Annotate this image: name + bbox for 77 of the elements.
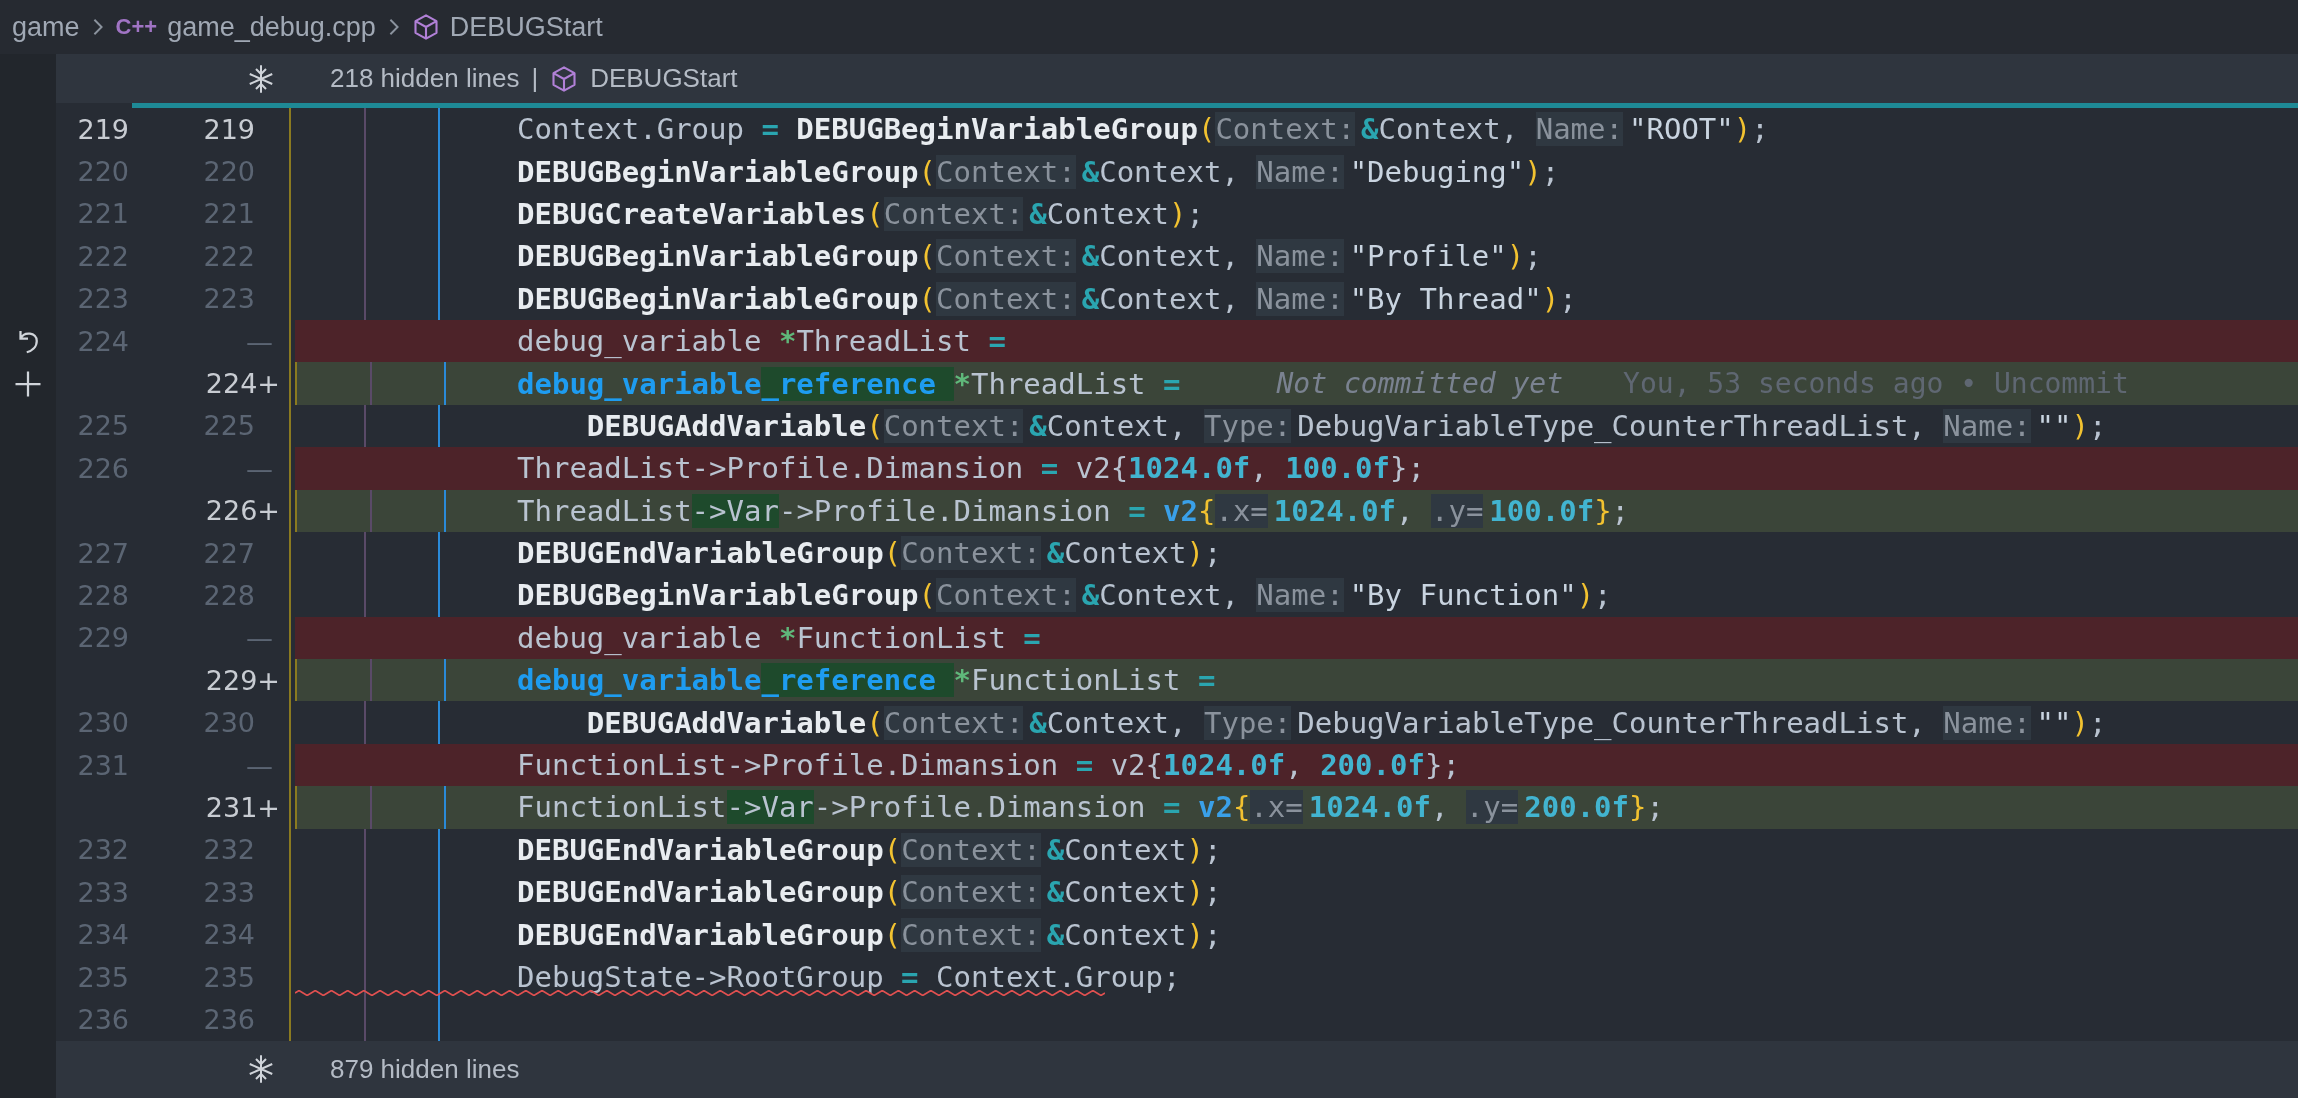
code-line: DEBUGBeginVariableGroup(Context: &Context, Name: "Debuging");: [517, 154, 1560, 189]
line-number: 229+: [205, 664, 280, 696]
code-line: DEBUGBeginVariableGroup(Context: &Context, Name: "Profile");: [517, 239, 1542, 274]
line-number: 222: [203, 240, 255, 272]
line-number: 224: [77, 325, 129, 357]
line-number: 232: [203, 834, 255, 866]
line-number: 231+: [205, 791, 280, 823]
line-number: 222: [77, 240, 129, 272]
code-line: Context.Group = DEBUGBeginVariableGroup(Context: &Context, Name: "ROOT");: [517, 112, 1769, 147]
chevron-icon: [387, 17, 400, 37]
cube-icon: [550, 64, 579, 93]
line-number: 228: [77, 580, 129, 611]
cpp-file-icon: C++: [115, 14, 158, 40]
line-number: 235: [203, 961, 255, 993]
breadcrumb-item[interactable]: game: [12, 11, 80, 43]
line-number: 233: [203, 876, 255, 908]
code-line: DEBUGBeginVariableGroup(Context: &Context, Name: "By Thread");: [517, 281, 1577, 316]
line-number: 226+: [205, 495, 280, 527]
code-line: debug_variable *FunctionList =: [517, 620, 1041, 655]
line-number: 220: [203, 156, 255, 188]
line-number: 223: [77, 283, 129, 315]
removed-line-marker: —: [246, 749, 273, 781]
code-line: DEBUGEndVariableGroup(Context: &Context);: [517, 832, 1222, 867]
cube-icon: [411, 13, 440, 41]
line-number: 234: [203, 919, 255, 951]
code-line: DebugState->RootGroup = Context.Group;: [517, 960, 1181, 994]
line-number: 225: [77, 410, 129, 442]
hidden-lines-label: 218 hidden lines: [330, 63, 520, 94]
line-number: 230: [77, 707, 129, 739]
code-line: debug_variable_reference *FunctionList =: [517, 663, 1216, 698]
line-number: 220: [77, 156, 129, 188]
code-line: DEBUGBeginVariableGroup(Context: &Context, Name: "By Function");: [517, 578, 1612, 613]
line-number: 228: [203, 580, 255, 611]
line-number: 225: [203, 410, 255, 442]
line-number: 221: [203, 198, 255, 230]
line-number: 235: [77, 961, 129, 993]
code-line: DEBUGAddVariable(Context: &Context, Type: DebugVariableType_CounterThreadList, Name: "");: [585, 705, 2107, 740]
removed-line-marker: —: [246, 622, 273, 654]
line-number: 230: [203, 707, 255, 739]
removed-line-marker: —: [246, 325, 273, 357]
code-line: FunctionList->Var->Profile.Dimansion = v2{.x= 1024.0f, .y= 200.0f};: [517, 790, 1664, 825]
code-line: DEBUGEndVariableGroup(Context: &Context);: [517, 875, 1222, 910]
line-number: 226: [77, 452, 129, 484]
line-number: 236: [203, 1003, 255, 1035]
line-number: 221: [77, 198, 129, 230]
line-number: 223: [203, 283, 255, 315]
code-line: FunctionList->Profile.Dimansion = v2{1024.0f, 200.0f};: [517, 748, 1460, 783]
hidden-lines-label: 879 hidden lines: [330, 1053, 520, 1085]
line-number: 229: [77, 622, 129, 654]
line-number: 231: [77, 749, 129, 781]
line-number: 232: [77, 834, 129, 866]
line-number: 227: [203, 537, 255, 569]
folded-region-bar[interactable]: 879 hidden lines: [56, 1040, 2298, 1098]
code-line: debug_variable *ThreadList =: [517, 324, 1006, 359]
code-line: DEBUGCreateVariables(Context: &Context);: [517, 196, 1204, 231]
line-number: 233: [77, 876, 129, 908]
code-line: ThreadList->Profile.Dimansion = v2{1024.0f, 100.0f};: [517, 451, 1425, 486]
chevron-icon: [91, 17, 104, 37]
separator-text: |: [531, 63, 539, 94]
code-line: ThreadList->Var->Profile.Dimansion = v2{.x= 1024.0f, .y= 100.0f};: [517, 493, 1630, 528]
code-line: DEBUGAddVariable(Context: &Context, Type: DebugVariableType_CounterThreadList, Name: "");: [585, 408, 2107, 443]
folded-region-bar[interactable]: 218 hidden lines | DEBUGStart: [56, 54, 2298, 103]
blame-annotation: You, 53 seconds ago • Uncommit: [1623, 367, 2129, 401]
line-number: 219: [77, 113, 129, 145]
blame-annotation: Not committed yet: [1276, 367, 1564, 401]
line-number: 236: [77, 1003, 129, 1035]
breadcrumb-item[interactable]: C++ game_debug.cpp: [115, 11, 376, 43]
breadcrumb-item[interactable]: DEBUGStart: [411, 11, 603, 43]
line-number: 234: [77, 919, 129, 951]
code-line: debug_variable_reference *ThreadList =: [517, 366, 1181, 401]
line-number: 227: [77, 537, 129, 569]
code-line: DEBUGEndVariableGroup(Context: &Context);: [517, 917, 1222, 952]
code-line: DEBUGEndVariableGroup(Context: &Context);: [517, 536, 1222, 571]
line-number: 219: [203, 113, 255, 145]
line-number: 224+: [205, 368, 280, 400]
symbol-label: DEBUGStart: [590, 63, 738, 94]
removed-line-marker: —: [246, 452, 273, 484]
